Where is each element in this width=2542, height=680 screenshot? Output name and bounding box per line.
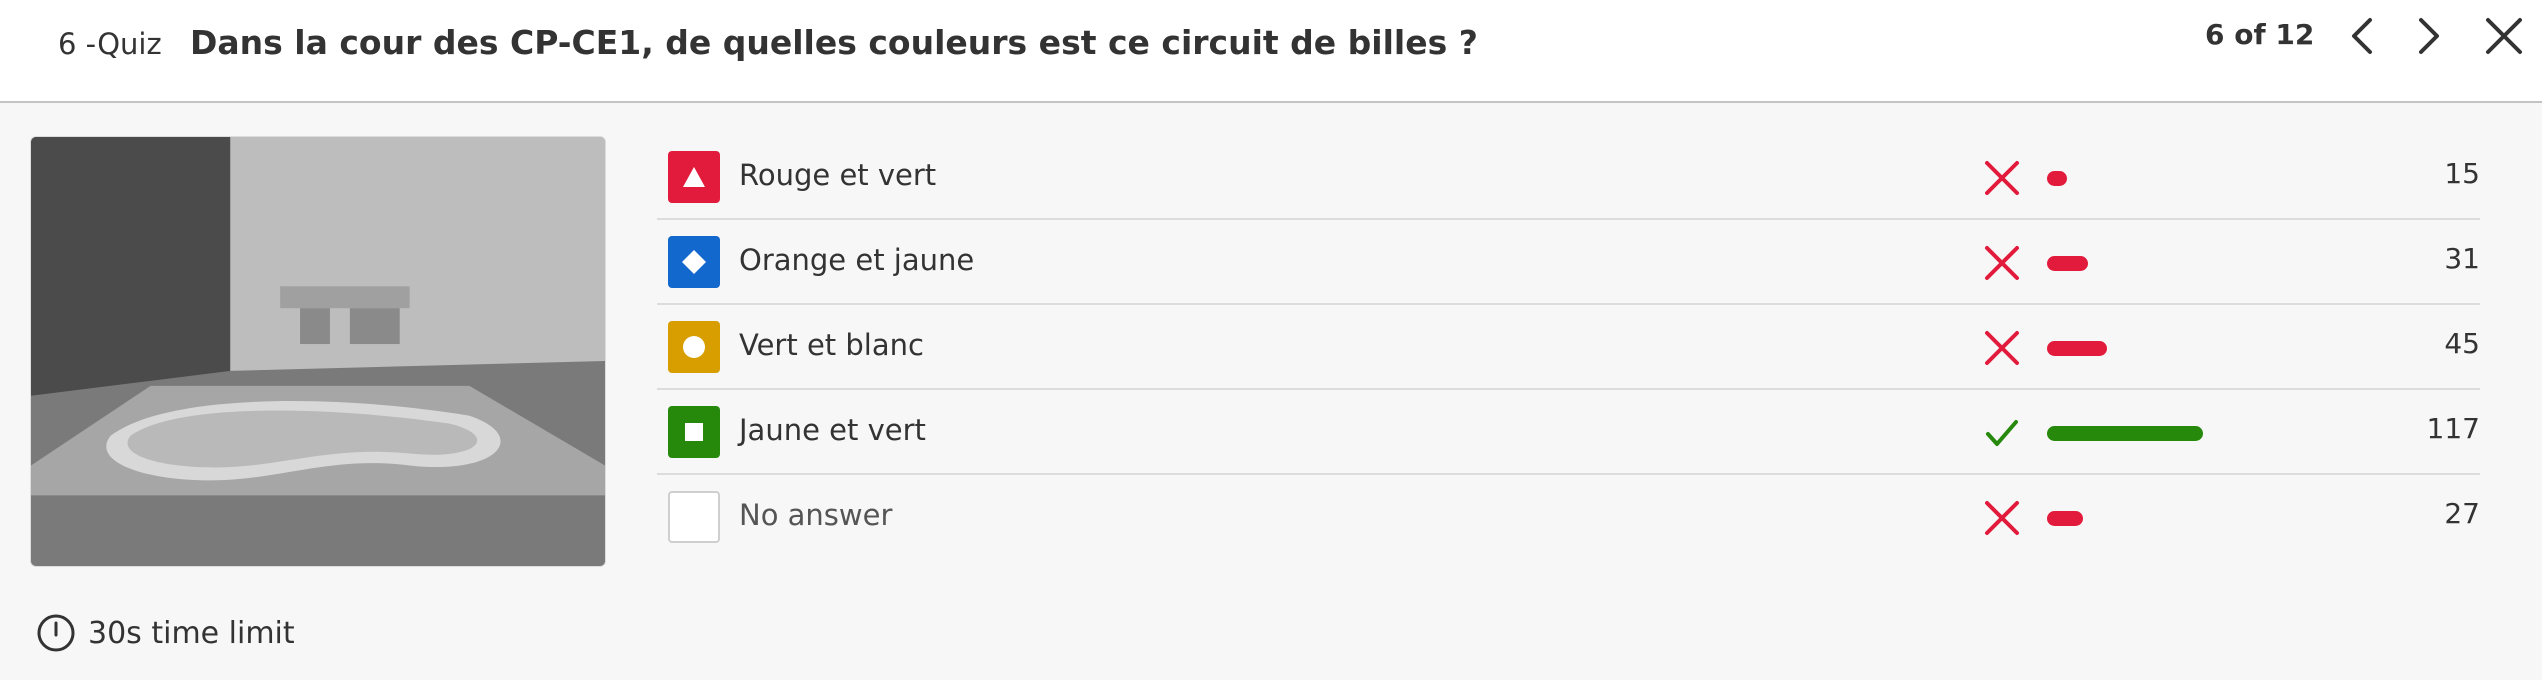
answer-row: Vert et blanc 45 <box>657 305 2480 390</box>
answer-count: 27 <box>2444 497 2480 530</box>
square-icon <box>685 423 703 441</box>
answer-bar <box>2047 511 2083 526</box>
answer-shape <box>668 236 720 288</box>
question-index: 6 -Quiz <box>58 27 162 61</box>
answer-label: Vert et blanc <box>739 328 924 362</box>
time-limit-label: 30s time limit <box>88 615 295 651</box>
triangle-icon <box>683 167 705 187</box>
question-title: Dans la cour des CP-CE1, de quelles coul… <box>190 23 1478 62</box>
answer-shape <box>668 321 720 373</box>
answer-count: 15 <box>2444 157 2480 190</box>
answer-bar <box>2047 426 2203 441</box>
previous-question-button[interactable] <box>2342 14 2386 58</box>
answer-bar <box>2047 341 2107 356</box>
answer-row: Rouge et vert 15 <box>657 135 2480 220</box>
circle-icon <box>683 336 705 358</box>
incorrect-mark-icon <box>1982 498 2022 538</box>
time-limit: 30s time limit <box>36 613 295 653</box>
answer-list: Rouge et vert 15 Orange et jaune 31 Vert… <box>657 135 2480 560</box>
question-image <box>30 136 606 567</box>
next-question-button[interactable] <box>2405 14 2449 58</box>
answer-label: Orange et jaune <box>739 243 975 277</box>
chevron-left-icon <box>2352 18 2372 54</box>
answer-shape <box>668 406 720 458</box>
answer-row: Jaune et vert 117 <box>657 390 2480 475</box>
question-header: 6 -Quiz Dans la cour des CP-CE1, de quel… <box>0 0 2542 103</box>
empty-answer-box <box>668 491 720 543</box>
timer-icon <box>36 613 76 653</box>
answer-count: 45 <box>2444 327 2480 360</box>
incorrect-mark-icon <box>1982 243 2022 283</box>
answer-shape <box>668 151 720 203</box>
question-counter: 6 of 12 <box>2205 18 2315 51</box>
answer-label: Jaune et vert <box>739 413 926 447</box>
incorrect-mark-icon <box>1982 328 2022 368</box>
correct-check-icon <box>1982 413 2022 453</box>
incorrect-mark-icon <box>1982 158 2022 198</box>
answer-count: 117 <box>2426 412 2480 445</box>
diamond-icon <box>682 250 706 274</box>
answer-label: Rouge et vert <box>739 158 937 192</box>
answer-bar <box>2047 171 2067 186</box>
answer-row: No answer 27 <box>657 475 2480 560</box>
answer-bar <box>2047 256 2088 271</box>
answer-row: Orange et jaune 31 <box>657 220 2480 305</box>
answer-count: 31 <box>2444 242 2480 275</box>
close-icon <box>2486 18 2522 54</box>
close-button[interactable] <box>2482 14 2526 58</box>
chevron-right-icon <box>2419 18 2439 54</box>
answer-label: No answer <box>739 498 893 532</box>
